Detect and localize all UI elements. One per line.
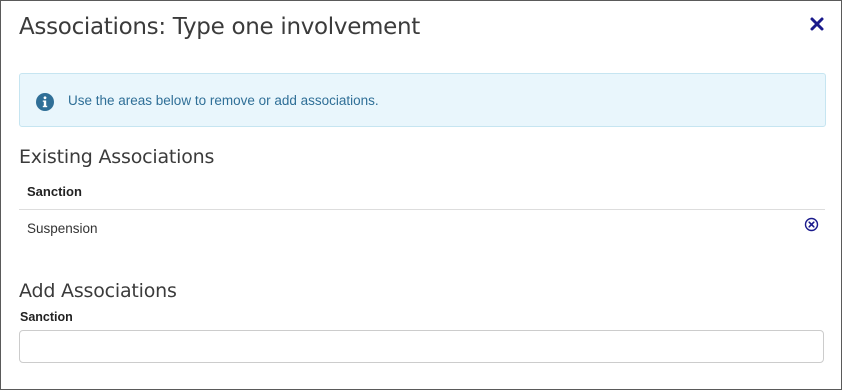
remove-circle-icon <box>804 217 819 232</box>
dialog-title: Associations: Type one involvement <box>19 14 421 40</box>
association-row-value: Suspension <box>27 221 98 236</box>
header-divider <box>19 209 825 210</box>
add-associations-heading: Add Associations <box>19 280 177 302</box>
sanction-input[interactable] <box>19 330 824 363</box>
close-button[interactable] <box>808 15 826 33</box>
info-message: Use the areas below to remove or add ass… <box>68 93 379 108</box>
info-alert: Use the areas below to remove or add ass… <box>19 73 826 127</box>
existing-associations-heading: Existing Associations <box>19 146 215 168</box>
sanction-column-header: Sanction <box>27 184 82 199</box>
associations-dialog: Associations: Type one involvement Use t… <box>0 0 842 390</box>
close-icon <box>810 17 824 31</box>
remove-association-button[interactable] <box>804 217 819 232</box>
info-circle-icon <box>36 93 54 111</box>
sanction-field-label: Sanction <box>20 310 73 324</box>
